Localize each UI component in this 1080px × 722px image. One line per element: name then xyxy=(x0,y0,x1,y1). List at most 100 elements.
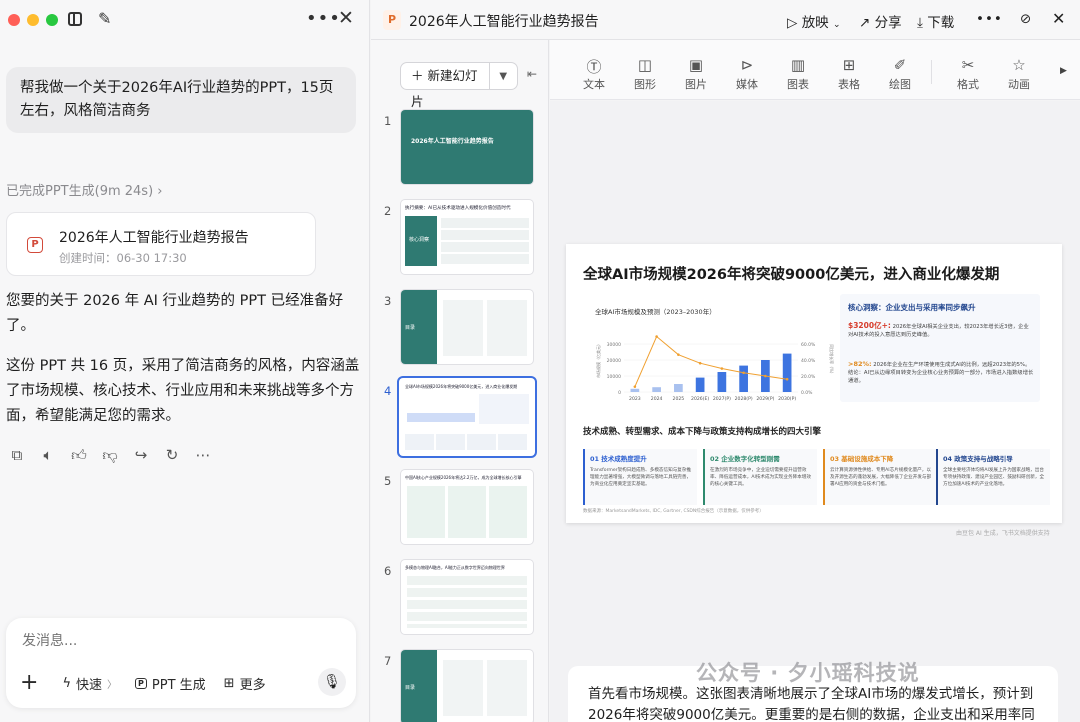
thumb-side-panel: 目录 xyxy=(401,290,437,364)
slide-thumb-2[interactable]: 2 执行摘要：AI已从技术驱动进入规模化价值创造时代 核心洞察 xyxy=(371,200,549,278)
document-title[interactable]: 2026年人工智能行业趋势报告 xyxy=(409,11,599,31)
thumbs-up-icon[interactable]: 👍︎ xyxy=(70,446,88,465)
share-icon: ↗ xyxy=(859,15,871,31)
slide-number: 5 xyxy=(384,474,392,488)
chart-x-tick: 2024 xyxy=(651,396,663,402)
assistant-reply-2: 这份 PPT 共 16 页，采用了简洁商务的风格，内容涵盖了市场规模、核心技术、… xyxy=(6,358,360,424)
chart-x-tick: 2030(P) xyxy=(778,396,796,402)
speaker-icon[interactable]: 🔈︎ xyxy=(39,446,57,465)
thumb-cards xyxy=(405,434,529,450)
message-input[interactable] xyxy=(22,633,322,649)
chart-y-tick: 30000 xyxy=(607,342,621,348)
chart-bar xyxy=(695,377,705,392)
ppt-generate-button[interactable]: P PPT 生成 xyxy=(135,674,206,693)
play-button[interactable]: ▷ 放映 ⌄ xyxy=(787,11,841,31)
more-tools-button[interactable]: ⊞ 更多 xyxy=(224,674,266,693)
tool-label: 动画 xyxy=(1008,78,1030,91)
current-slide[interactable]: 全球AI市场规模2026年将突破9000亿美元，进入商业化爆发期 全球AI市场规… xyxy=(566,244,1062,523)
tool-chart[interactable]: ▥ 图表 xyxy=(778,56,818,92)
chart-icon: ▥ xyxy=(790,56,806,74)
insight-text-2: 2026年企业在生产环境使用生成式AI的比例，远超2023年的5%。结论：AI已… xyxy=(848,362,1034,384)
slide-number: 6 xyxy=(384,564,392,578)
ppt-doc-icon: P xyxy=(383,10,401,30)
ppt-file-card[interactable]: P 2026年人工智能行业趋势报告 创建时间：06-30 17:30 xyxy=(6,212,316,276)
chart-x-tick: 2027(P) xyxy=(713,396,731,402)
zoom-window-icon[interactable] xyxy=(46,14,58,26)
chart-growth-point xyxy=(742,371,745,375)
slide-thumb-3[interactable]: 3 目录 xyxy=(371,290,549,368)
scroll-right-icon[interactable]: ▶ xyxy=(1060,66,1067,76)
close-icon[interactable]: ✕ xyxy=(338,7,354,29)
media-icon: ⊳ xyxy=(740,56,754,74)
slide-thumb-6[interactable]: 6 多模态与物理AI融合，AI能力正从数字世界迈向物理世界 xyxy=(371,560,549,638)
thumb-side-label: 目录 xyxy=(405,685,416,691)
thumb-title: 全球AI市场规模2026年将突破9000亿美元，进入商业化爆发期 xyxy=(405,384,518,389)
chart-growth-point xyxy=(720,367,724,370)
close-window-icon[interactable] xyxy=(8,14,20,26)
thumbs-down-icon[interactable]: 👎︎ xyxy=(101,446,119,465)
tool-text[interactable]: Ⓣ 文本 xyxy=(574,56,614,92)
share-label: 分享 xyxy=(874,15,902,31)
plus-icon[interactable]: + xyxy=(20,672,38,694)
slide-number: 3 xyxy=(384,294,392,308)
generation-status[interactable]: 已完成PPT生成(9m 24s) › xyxy=(6,180,163,199)
compass-icon[interactable]: ⊘ xyxy=(1020,11,1031,27)
download-button[interactable]: ⤓ 下载 xyxy=(917,11,954,31)
tool-label: 文本 xyxy=(583,78,605,91)
share-icon[interactable]: ↪ xyxy=(132,446,150,465)
tool-animation[interactable]: ☆ 动画 xyxy=(999,56,1039,92)
slide-thumb-1[interactable]: 1 2026年人工智能行业趋势报告 xyxy=(371,110,549,188)
microphone-icon[interactable]: 🎙︎ xyxy=(318,668,346,696)
engine-card-3: 03 基础设施成本下降 云计算资源弹性供给、专用AI芯片规模化量产，以及开源生态… xyxy=(823,449,937,505)
new-chat-icon[interactable]: ✎ xyxy=(98,9,111,28)
tool-shape[interactable]: ◫ 图形 xyxy=(625,56,665,92)
thumb-title: 多模态与物理AI融合，AI能力正从数字世界迈向物理世界 xyxy=(405,565,505,570)
new-slide-button[interactable]: ＋ 新建幻灯片 ▼ xyxy=(400,62,518,109)
chart-x-tick: 2026(E) xyxy=(691,396,709,402)
tool-label: 图片 xyxy=(685,78,707,91)
thumb-chart xyxy=(407,400,475,422)
tool-format[interactable]: ✂ 格式 xyxy=(948,56,988,92)
composer-toolbar: + ϟ 快速〉 P PPT 生成 ⊞ 更多 xyxy=(20,672,284,694)
more-icon[interactable]: ••• xyxy=(306,8,341,29)
slide-thumb-7[interactable]: 7 目录 xyxy=(371,650,549,722)
file-card-title: 2026年人工智能行业趋势报告 xyxy=(59,230,249,246)
insight-para-2: >82%: 2026年企业在生产环境使用生成式AI的比例，远超2023年的5%。… xyxy=(848,360,1034,385)
chart-y-tick: 10000 xyxy=(607,374,621,380)
download-icon: ⤓ xyxy=(917,15,923,31)
card-body: 云计算资源弹性供给、专用AI芯片规模化量产，以及开源生态的蓬勃发展，大幅降低了企… xyxy=(830,468,932,487)
insight-title: 核心洞察：企业支出与采用率同步飙升 xyxy=(848,303,976,312)
slide-thumb-image: 目录 xyxy=(401,650,533,722)
regenerate-icon[interactable]: ↻ xyxy=(163,446,181,465)
assistant-reply-1: 您要的关于 2026 年 AI 行业趋势的 PPT 已经准备好了。 xyxy=(6,293,344,334)
chart-growth-point xyxy=(698,361,702,365)
market-chart: 0 10000 20000 30000 0.0% 20.0% 40.0% 60.0% 市场规模（… xyxy=(595,335,835,402)
ppt-generate-label: PPT 生成 xyxy=(151,677,206,693)
slide-thumb-5[interactable]: 5 中国AI核心产业规模2026年将达2.2万亿，成为全球增长核心引擎 xyxy=(371,470,549,548)
chevron-down-icon[interactable]: ▼ xyxy=(490,71,517,82)
more-icon[interactable]: ⋯ xyxy=(194,446,212,465)
slide-thumb-4[interactable]: 4 全球AI市场规模2026年将突破9000亿美元，进入商业化爆发期 xyxy=(371,378,549,458)
tool-media[interactable]: ⊳ 媒体 xyxy=(727,56,767,92)
minimize-window-icon[interactable] xyxy=(27,14,39,26)
engine-card-4: 04 政策支持与战略引导 全球主要经济体均将AI发展上升为国家战略，出台专项扶持… xyxy=(936,449,1050,505)
ppt-file-icon: P xyxy=(27,237,43,253)
tool-label: 表格 xyxy=(838,78,860,91)
sidebar-toggle-icon[interactable] xyxy=(68,12,82,26)
copy-icon[interactable]: ⧉ xyxy=(8,446,26,465)
tool-draw[interactable]: ✐ 绘图 xyxy=(880,56,920,92)
chart-bar xyxy=(630,388,640,392)
quick-mode-button[interactable]: ϟ 快速〉 xyxy=(62,674,117,693)
chart-bar xyxy=(739,365,748,392)
slide-thumb-image: 2026年人工智能行业趋势报告 xyxy=(401,110,533,184)
play-label: 放映 xyxy=(801,15,829,31)
thumb-body xyxy=(443,660,527,716)
close-icon[interactable]: ✕ xyxy=(1052,9,1065,28)
slide-thumb-image: 中国AI核心产业规模2026年将达2.2万亿，成为全球增长核心引擎 xyxy=(401,470,533,544)
chart-x-tick: 2025 xyxy=(673,396,685,402)
tool-image[interactable]: ▣ 图片 xyxy=(676,56,716,92)
tool-table[interactable]: ⊞ 表格 xyxy=(829,56,869,92)
share-button[interactable]: ↗ 分享 xyxy=(859,11,902,31)
more-icon[interactable]: ••• xyxy=(976,11,1003,27)
collapse-panel-icon[interactable]: ⇤ xyxy=(527,67,537,81)
